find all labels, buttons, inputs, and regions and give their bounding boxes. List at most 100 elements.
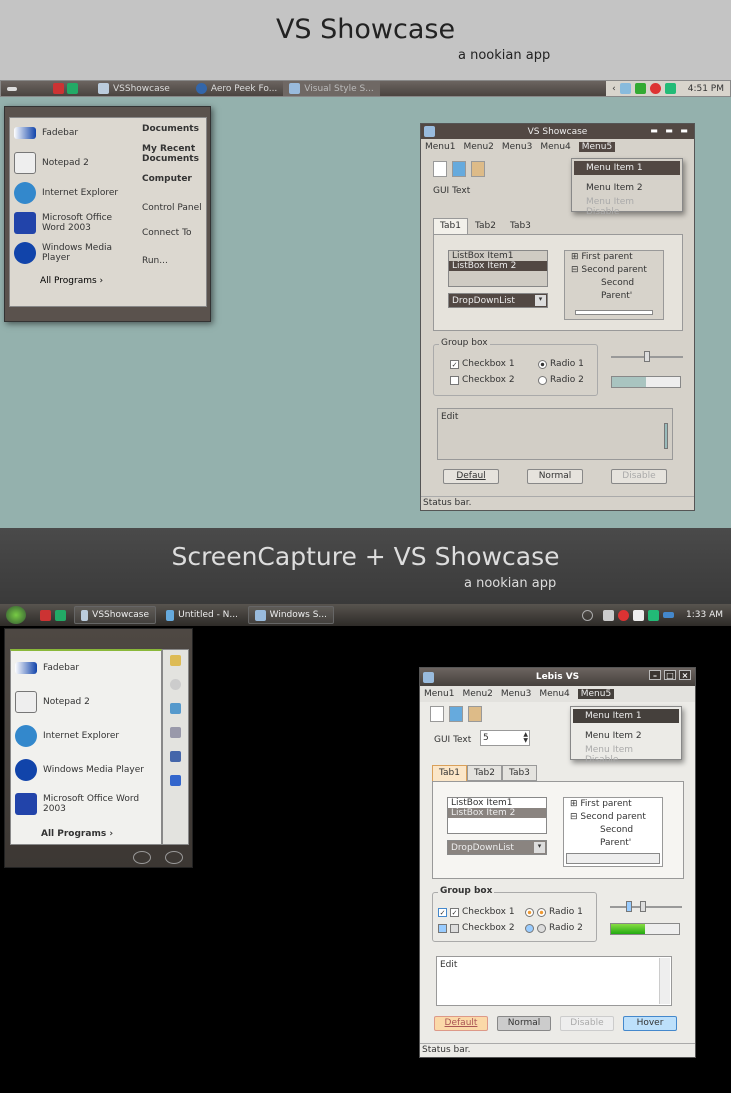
power-button[interactable]: [165, 851, 183, 864]
menu4[interactable]: Menu4: [540, 142, 570, 152]
checkbox-2[interactable]: Checkbox 2: [438, 923, 515, 933]
music-icon[interactable]: [170, 679, 181, 690]
start-item-word[interactable]: Microsoft Office Word 2003: [11, 787, 161, 821]
minimize-button[interactable]: ▬: [648, 126, 660, 136]
menu4[interactable]: Menu4: [539, 689, 569, 699]
listbox-item[interactable]: ListBox Item 2: [449, 261, 547, 271]
all-programs[interactable]: All Programs ›: [10, 268, 140, 286]
menu-item-2[interactable]: Menu Item 2: [574, 181, 680, 195]
menu-item-1[interactable]: Menu Item 1: [574, 161, 680, 175]
chevron-down-icon[interactable]: ▾: [534, 842, 545, 853]
signal-icon[interactable]: [603, 609, 614, 621]
tree-item[interactable]: ⊟ Second parent: [564, 811, 662, 824]
start-item-notepad[interactable]: Notepad 2: [11, 685, 161, 719]
menu-item-1[interactable]: Menu Item 1: [573, 709, 679, 723]
start-item-ie[interactable]: Internet Explorer: [10, 178, 140, 208]
battery-icon[interactable]: [664, 83, 676, 94]
close-button[interactable]: ▬: [678, 126, 690, 136]
taskbar-item[interactable]: Aero Peek Fo...: [190, 81, 283, 96]
menu1[interactable]: Menu1: [425, 142, 455, 152]
slider-thumb[interactable]: [640, 901, 646, 912]
volume-muted-icon[interactable]: [618, 609, 629, 621]
close-button[interactable]: ×: [679, 670, 691, 680]
tree-item[interactable]: Second Parent': [564, 824, 662, 848]
menu2[interactable]: Menu2: [463, 142, 493, 152]
start-item-connect[interactable]: Connect To: [142, 228, 192, 238]
dropdown-list[interactable]: ▾ DropDownList: [448, 293, 548, 308]
radio-1[interactable]: Radio 1: [525, 907, 583, 917]
checkbox-1[interactable]: ✓ ✓ Checkbox 1: [438, 907, 515, 917]
taskbar-item[interactable]: VSShowcase: [92, 81, 176, 96]
normal-button[interactable]: Normal: [497, 1016, 551, 1031]
dropdown-list[interactable]: ▾ DropDownList: [447, 840, 547, 855]
chevron-down-icon[interactable]: ▾: [535, 295, 546, 306]
scrollbar[interactable]: [664, 423, 668, 449]
menu5[interactable]: Menu5: [578, 142, 616, 152]
slider-thumb[interactable]: [626, 901, 632, 912]
tab-2[interactable]: Tab2: [468, 218, 503, 234]
network-icon[interactable]: [619, 83, 631, 94]
network-icon[interactable]: [663, 612, 674, 618]
shield-icon[interactable]: [633, 609, 644, 621]
tray-expand-icon[interactable]: [582, 609, 593, 621]
start-item-run[interactable]: Run...: [142, 256, 168, 266]
maximize-button[interactable]: ▬: [663, 126, 675, 136]
quicklaunch-icon[interactable]: [53, 83, 64, 94]
radio-2[interactable]: Radio 2: [525, 923, 583, 933]
checkbox-2[interactable]: Checkbox 2: [450, 375, 515, 385]
paste-icon[interactable]: [471, 161, 485, 177]
start-item-recent[interactable]: My Recent Documents: [142, 144, 202, 164]
all-programs[interactable]: All Programs ›: [11, 821, 161, 839]
listbox-item[interactable]: ListBox Item 2: [448, 808, 546, 818]
taskbar-item[interactable]: Untitled - N...: [159, 606, 245, 624]
tree-item[interactable]: Second Parent': [565, 277, 663, 301]
treeview[interactable]: ⊞ First parent ⊟ Second parent Second Pare…: [563, 797, 663, 867]
slider[interactable]: [610, 901, 682, 912]
default-button[interactable]: Default: [434, 1016, 488, 1031]
battery-icon[interactable]: [648, 609, 659, 621]
start-item-fadebar[interactable]: Fadebar: [10, 118, 140, 148]
tree-item[interactable]: ⊟ Second parent: [565, 264, 663, 277]
slider[interactable]: [611, 351, 683, 362]
checkbox-1[interactable]: ✓ Checkbox 1: [450, 359, 515, 369]
menu2[interactable]: Menu2: [462, 689, 492, 699]
menu-item-2[interactable]: Menu Item 2: [573, 729, 679, 743]
start-button[interactable]: [1, 81, 23, 96]
computer-icon[interactable]: [170, 703, 181, 714]
hover-button[interactable]: Hover: [623, 1016, 677, 1031]
taskbar-item[interactable]: Windows S...: [248, 606, 334, 624]
clock[interactable]: 1:33 AM: [686, 610, 723, 620]
horizontal-scrollbar[interactable]: [566, 853, 660, 864]
listbox-item[interactable]: ListBox Item1: [449, 251, 547, 261]
edit-box[interactable]: Edit: [437, 408, 673, 460]
start-item-notepad[interactable]: Notepad 2: [10, 148, 140, 178]
minimize-button[interactable]: –: [649, 670, 661, 680]
scrollbar[interactable]: [659, 958, 670, 1004]
radio-1[interactable]: Radio 1: [538, 359, 584, 369]
normal-button[interactable]: Normal: [527, 469, 583, 484]
listbox[interactable]: ListBox Item1 ListBox Item 2: [448, 250, 548, 287]
default-button[interactable]: Defaul: [443, 469, 499, 484]
tab-3[interactable]: Tab3: [503, 218, 538, 234]
start-item-word[interactable]: Microsoft Office Word 2003: [10, 208, 140, 238]
maximize-button[interactable]: □: [664, 670, 676, 680]
start-item-control-panel[interactable]: Control Panel: [142, 203, 202, 213]
quicklaunch-icon[interactable]: [40, 609, 51, 621]
new-icon[interactable]: [433, 161, 447, 177]
start-item-computer[interactable]: Computer: [142, 174, 192, 184]
edit-icon[interactable]: [449, 706, 463, 722]
tray-expand-icon[interactable]: ‹: [612, 84, 616, 94]
taskbar-item[interactable]: Visual Style S...: [283, 81, 380, 96]
tab-3[interactable]: Tab3: [501, 765, 537, 781]
quicklaunch-icon[interactable]: [55, 609, 66, 621]
tab-2[interactable]: Tab2: [466, 765, 502, 781]
listbox[interactable]: ListBox Item1 ListBox Item 2: [447, 797, 547, 834]
start-item-wmp[interactable]: Windows Media Player: [10, 238, 140, 268]
start-item-fadebar[interactable]: Fadebar: [11, 651, 161, 685]
menu5[interactable]: Menu5: [577, 689, 615, 699]
radio-2[interactable]: Radio 2: [538, 375, 584, 385]
menu3[interactable]: Menu3: [502, 142, 532, 152]
start-orb[interactable]: [6, 606, 26, 624]
tab-1[interactable]: Tab1: [433, 218, 468, 234]
start-item-documents[interactable]: Documents: [142, 124, 199, 134]
